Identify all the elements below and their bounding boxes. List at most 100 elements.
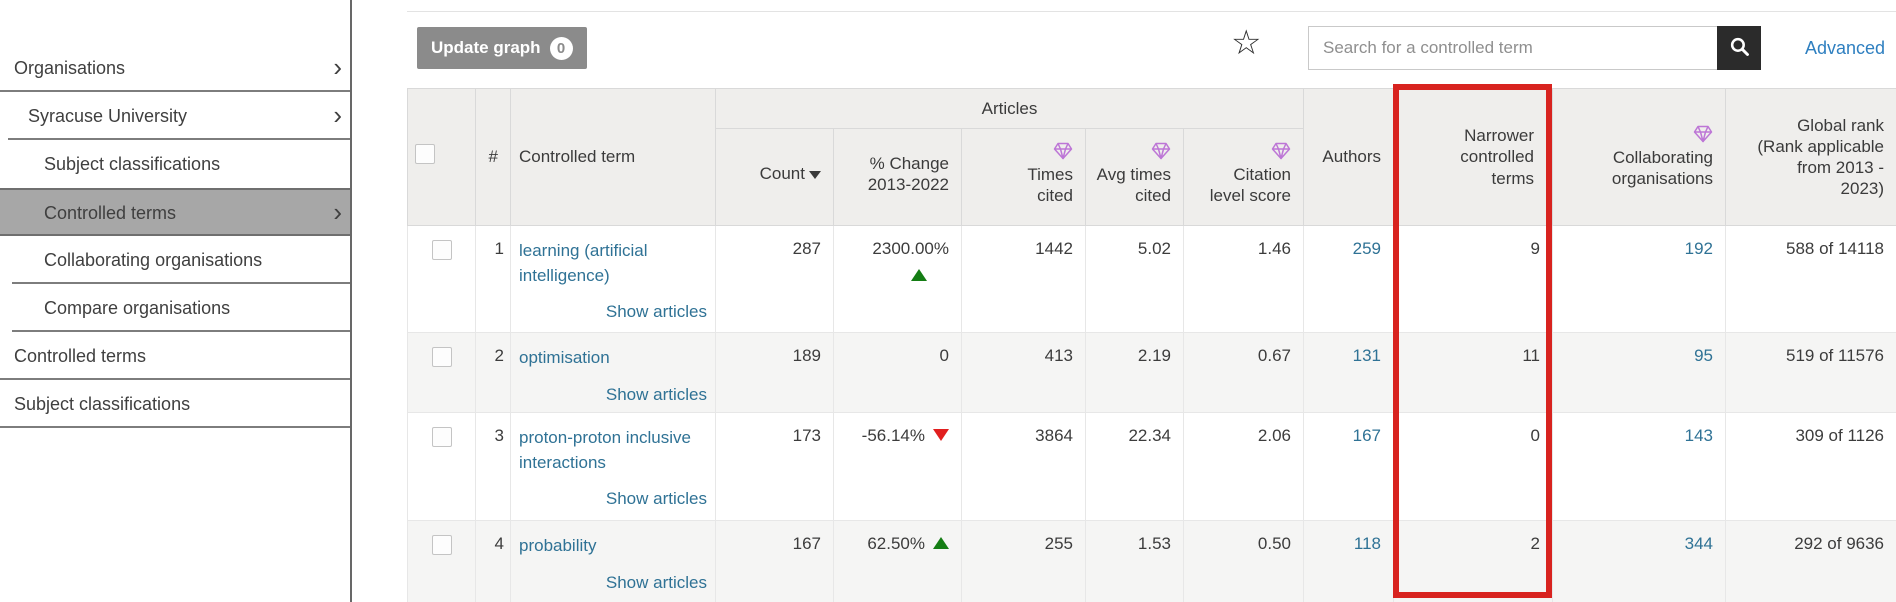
authors-link[interactable]: 118 [1354,534,1381,553]
cell-count: 167 [716,521,834,602]
collaborating-organisations-link[interactable]: 95 [1694,346,1713,365]
sort-descending-icon [809,171,821,179]
cell-term: proton-proton inclusive interactions Sho… [511,413,716,521]
sidebar-item[interactable]: Compare organisations [0,284,350,332]
cell-times-cited: 3864 [962,413,1086,521]
chevron-right-icon: › [333,199,342,225]
cell-collaborating: 143 [1553,413,1726,521]
search-input[interactable] [1308,26,1717,70]
update-graph-count-badge: 0 [550,37,573,60]
controlled-terms-table: # Controlled term Articles Authors Narro… [407,88,1896,602]
cell-checkbox [408,333,476,413]
narrower-terms-value[interactable]: 2 [1531,534,1540,553]
cell-row-number: 4 [476,521,511,602]
show-articles-link[interactable]: Show articles [606,302,707,321]
sidebar-item-label: Compare organisations [44,298,230,319]
cell-authors: 131 [1304,333,1394,413]
cell-global-rank: 519 of 11576 [1726,333,1896,413]
authors-link[interactable]: 167 [1353,426,1381,445]
sidebar-item[interactable]: Subject classifications [0,140,350,188]
cell-times-cited: 413 [962,333,1086,413]
trend-icon [933,429,949,441]
column-header-citation-level-score: Citation level score [1184,129,1304,226]
toolbar-divider [407,11,1896,12]
magnifier-icon [1729,36,1750,60]
sidebar-item[interactable]: Collaborating organisations [0,236,350,284]
cell-change: -56.14% [834,413,962,521]
favorite-star-icon[interactable]: ☆ [1231,26,1261,60]
narrower-terms-value[interactable]: 11 [1522,346,1540,365]
controlled-term-link[interactable]: learning (artificial intelligence) [519,239,707,288]
cell-term: learning (artificial intelligence) Show … [511,226,716,333]
collaborating-organisations-link[interactable]: 344 [1685,534,1713,553]
row-checkbox[interactable] [432,347,452,367]
collaborating-organisations-link[interactable]: 192 [1685,239,1713,258]
cell-avg-times-cited: 1.53 [1086,521,1184,602]
table-row: 3 proton-proton inclusive interactions S… [408,413,1896,521]
table-row: 2 optimisation Show articles 189 0 413 2… [408,333,1896,413]
cell-narrower-terms: 0 [1394,413,1553,521]
column-header-change: % Change 2013-2022 [834,129,962,226]
sidebar-item[interactable]: Controlled terms [0,332,350,380]
table-row: 1 learning (artificial intelligence) Sho… [408,226,1896,333]
show-articles-link[interactable]: Show articles [606,573,707,592]
sidebar-item[interactable]: Controlled terms › [0,188,350,236]
cell-authors: 167 [1304,413,1394,521]
cell-checkbox [408,413,476,521]
row-checkbox[interactable] [432,535,452,555]
cell-authors: 118 [1304,521,1394,602]
cell-count: 287 [716,226,834,333]
show-articles-link[interactable]: Show articles [606,489,707,508]
update-graph-label: Update graph [431,38,541,58]
column-header-authors: Authors [1304,89,1394,226]
column-header-avg-times-cited: Avg times cited [1086,129,1184,226]
gem-icon [1086,142,1171,162]
select-all-checkbox[interactable] [415,144,435,164]
search-button[interactable] [1717,26,1761,70]
update-graph-button[interactable]: Update graph 0 [417,27,587,69]
cell-avg-times-cited: 2.19 [1086,333,1184,413]
narrower-terms-value: 0 [1531,426,1540,445]
sidebar-item-label: Organisations [14,58,125,79]
column-header-number: # [476,89,511,226]
authors-link[interactable]: 259 [1353,239,1381,258]
show-articles-link[interactable]: Show articles [606,385,707,404]
main-content: Update graph 0 ☆ Advanced [407,0,1896,602]
sidebar-item-label: Collaborating organisations [44,250,262,271]
table-row: 4 probability Show articles 167 62.50% 2… [408,521,1896,602]
gem-icon [962,142,1073,162]
search-bar [1308,26,1761,70]
sidebar-item[interactable]: Syracuse University› [0,92,350,140]
sidebar-item-label: Controlled terms [44,203,176,224]
advanced-search-link[interactable]: Advanced [1805,38,1885,59]
sidebar-item-label: Controlled terms [14,346,146,367]
cell-change: 2300.00% [834,226,962,333]
authors-link[interactable]: 131 [1353,346,1381,365]
sidebar-item[interactable]: Subject classifications [0,380,350,428]
collaborating-organisations-link[interactable]: 143 [1685,426,1713,445]
row-checkbox[interactable] [432,427,452,447]
narrower-terms-value[interactable]: 9 [1531,239,1540,258]
row-checkbox[interactable] [432,240,452,260]
controlled-term-link[interactable]: probability [519,534,597,559]
cell-count: 173 [716,413,834,521]
column-header-term: Controlled term [511,89,716,226]
cell-count: 189 [716,333,834,413]
cell-term: probability Show articles [511,521,716,602]
gem-icon [1184,142,1291,162]
cell-global-rank: 292 of 9636 [1726,521,1896,602]
column-header-times-cited: Times cited [962,129,1086,226]
sidebar-item[interactable]: Organisations › [0,44,350,92]
controlled-term-link[interactable]: proton-proton inclusive interactions [519,426,707,475]
column-header-count[interactable]: Count [716,129,834,226]
chevron-right-icon: › [333,54,342,80]
gem-icon [1553,125,1713,145]
cell-times-cited: 255 [962,521,1086,602]
cell-citation-level-score: 1.46 [1184,226,1304,333]
cell-global-rank: 588 of 14118 [1726,226,1896,333]
cell-row-number: 1 [476,226,511,333]
controlled-term-link[interactable]: optimisation [519,346,610,371]
sidebar-item-label: Subject classifications [14,394,190,415]
cell-citation-level-score: 0.50 [1184,521,1304,602]
cell-row-number: 3 [476,413,511,521]
